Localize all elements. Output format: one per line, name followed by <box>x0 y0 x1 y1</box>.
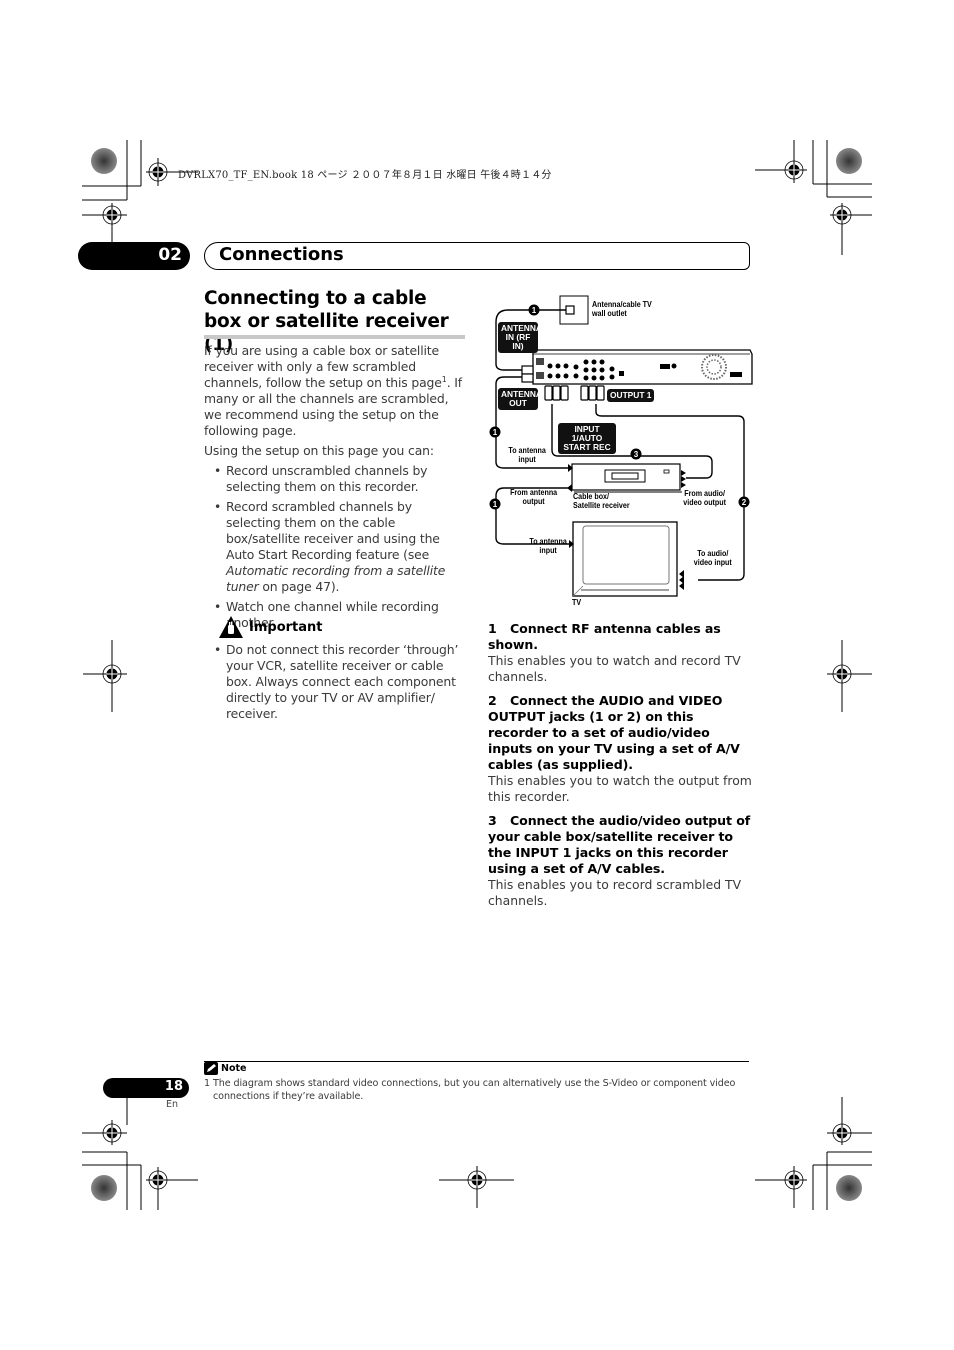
list-item: Record scrambled channels by selecting t… <box>204 499 469 595</box>
registration-mark <box>146 1167 198 1210</box>
important-text: Do not connect this recorder ‘through’ y… <box>204 642 472 726</box>
starburst-target-bottom-left <box>91 1175 117 1201</box>
chapter-title: Connections <box>219 244 344 265</box>
step-number: 2 <box>488 693 497 708</box>
to-av-input-label: To audio/ video input <box>693 548 732 567</box>
step-heading: 1 Connect RF antenna cables as shown. <box>488 621 754 653</box>
to-antenna-input-label: To antenna input <box>529 536 567 555</box>
registration-mark <box>82 203 127 245</box>
page-tab: 18 <box>103 1078 189 1098</box>
step-marker-3: 3 <box>634 450 639 459</box>
footnote: 1 The diagram shows standard video connec… <box>204 1077 752 1103</box>
antenna-in-tag: ANTENNA IN (RF IN) <box>498 322 542 353</box>
chapter-number: 02 <box>158 245 182 265</box>
registration-mark <box>827 640 872 712</box>
starburst-target-bottom-right <box>836 1175 862 1201</box>
step-heading: 3 Connect the audio/video output of your … <box>488 813 754 877</box>
intro-text: If you are using a cable box or satellit… <box>204 343 469 635</box>
note-divider <box>204 1061 749 1062</box>
to-antenna-input-label: To antenna input <box>508 445 546 464</box>
registration-mark <box>83 640 127 712</box>
step-body: This enables you to watch the output fro… <box>488 773 752 804</box>
tv-label: TV <box>572 597 582 607</box>
step-marker-1: 1 <box>532 306 537 315</box>
registration-mark <box>830 203 872 255</box>
steps-list: 1 Connect RF antenna cables as shown. Thi… <box>488 621 754 917</box>
section-title-underline <box>204 335 465 339</box>
print-marks <box>82 140 872 1210</box>
footnote-text: The diagram shows standard video connect… <box>213 1078 736 1102</box>
print-header: DVRLX70_TF_EN.book 18 ページ ２００７年８月１日 水曜日 … <box>178 170 552 181</box>
step-body: This enables you to record scrambled TV … <box>488 877 742 908</box>
step-marker-2: 2 <box>742 498 747 507</box>
list-item-text: Record scrambled channels by selecting t… <box>226 499 440 562</box>
chapter-tab: 02 <box>78 242 190 270</box>
page-language: En <box>166 1099 179 1110</box>
footnote-number: 1 <box>204 1078 211 1089</box>
connection-diagram: 1 1 1 2 3 Antenna/cable TV wall outlet A… <box>488 292 758 612</box>
registration-mark <box>439 1166 514 1208</box>
step-heading-text: Connect the AUDIO and VIDEO OUTPUT jacks… <box>488 693 740 772</box>
step: 1 Connect RF antenna cables as shown. Thi… <box>488 621 754 685</box>
starburst-target-top-right <box>836 148 862 174</box>
intro-lead: Using the setup on this page you can: <box>204 443 434 458</box>
important-label: Important <box>249 619 323 635</box>
recorder-back-panel <box>532 349 753 385</box>
step-heading: 2 Connect the AUDIO and VIDEO OUTPUT jack… <box>488 693 754 773</box>
input1-tag: INPUT 1/AUTO START REC <box>558 423 616 454</box>
list-item: Do not connect this recorder ‘through’ y… <box>204 642 472 722</box>
intro-paragraph: If you are using a cable box or satellit… <box>204 343 469 439</box>
warning-hand-icon <box>219 616 243 638</box>
step: 2 Connect the AUDIO and VIDEO OUTPUT jack… <box>488 693 754 805</box>
step-body: This enables you to watch and record TV … <box>488 653 741 684</box>
step-heading-text: Connect the audio/video output of your c… <box>488 813 751 876</box>
step: 3 Connect the audio/video output of your … <box>488 813 754 909</box>
list-item: Record unscrambled channels by selecting… <box>204 463 469 495</box>
note-heading: Note <box>204 1062 246 1075</box>
intro-paragraph-text: If you are using a cable box or satellit… <box>204 343 442 390</box>
output1-tag: OUTPUT 1 <box>607 389 655 402</box>
cable-box-drawing <box>567 463 686 493</box>
from-av-output-label: From audio/ video output <box>683 488 727 507</box>
step-marker-1: 1 <box>493 500 498 509</box>
important-heading: Important <box>219 616 323 638</box>
list-item-text: on page 47). <box>258 579 340 594</box>
page-number: 18 <box>164 1079 183 1094</box>
wall-outlet-label: Antenna/cable TV wall outlet <box>592 299 652 318</box>
note-label: Note <box>221 1063 247 1074</box>
chapter-header: Connections <box>204 242 750 270</box>
registration-mark <box>82 1120 127 1145</box>
pencil-note-icon <box>204 1062 218 1075</box>
antenna-out-tag: ANTENNA OUT <box>498 388 542 410</box>
important-list: Do not connect this recorder ‘through’ y… <box>204 642 472 722</box>
tv-drawing <box>569 521 684 597</box>
from-antenna-output-label: From antenna output <box>510 487 558 506</box>
step-number: 3 <box>488 813 497 828</box>
step-number: 1 <box>488 621 497 636</box>
step-heading-text: Connect RF antenna cables as shown. <box>488 621 721 652</box>
registration-mark <box>755 1166 807 1208</box>
registration-mark <box>827 1097 872 1145</box>
cable-box-label: Cable box/ Satellite receiver <box>573 491 630 510</box>
capabilities-list: Record unscrambled channels by selecting… <box>204 463 469 631</box>
step-marker-1: 1 <box>493 428 498 437</box>
starburst-target-top-left <box>91 148 117 174</box>
registration-mark <box>755 140 807 183</box>
